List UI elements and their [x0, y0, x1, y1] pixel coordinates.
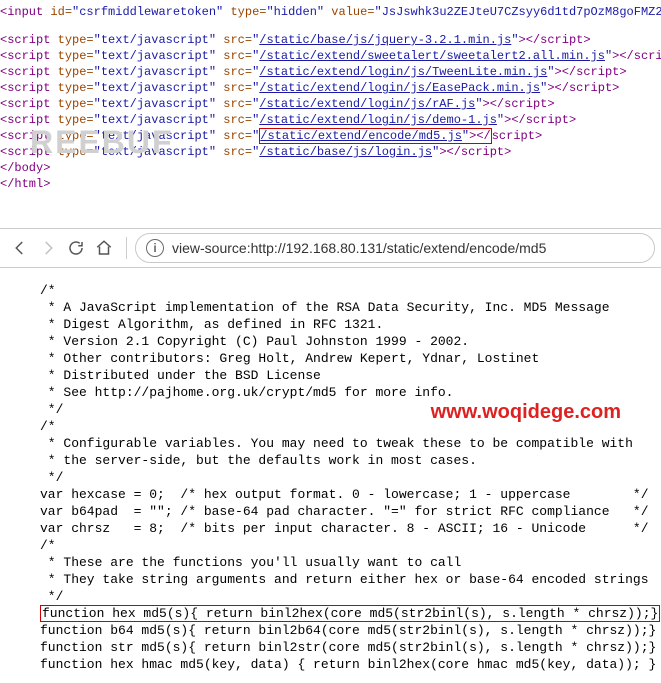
- source-line: function hex hmac md5(key, data) { retur…: [40, 656, 651, 673]
- source-line: * A JavaScript implementation of the RSA…: [40, 299, 651, 316]
- source-line: * See http://pajhome.org.uk/crypt/md5 fo…: [40, 384, 651, 401]
- source-line: * Version 2.1 Copyright (C) Paul Johnsto…: [40, 333, 651, 350]
- script-src-link[interactable]: /static/extend/login/js/rAF.js: [259, 97, 475, 111]
- source-line: * They take string arguments and return …: [40, 571, 651, 588]
- source-line: /*: [40, 537, 651, 554]
- source-view-pane: www.woqidege.com /* * A JavaScript imple…: [0, 268, 661, 683]
- input-line: <input id="csrfmiddlewaretoken" type="hi…: [0, 4, 661, 20]
- reebuf-watermark: REEBUF: [30, 134, 174, 150]
- back-button[interactable]: [6, 234, 34, 262]
- script-src-link[interactable]: /static/base/js/login.js: [259, 145, 432, 159]
- script-src-link[interactable]: /static/extend/login/js/EasePack.min.js: [259, 81, 540, 95]
- source-line: */: [40, 469, 651, 486]
- source-line: function str md5(s){ return binl2str(cor…: [40, 639, 651, 656]
- script-line: <script type="text/javascript" src="/sta…: [0, 80, 661, 96]
- script-src-link[interactable]: /static/extend/login/js/demo-1.js: [259, 113, 497, 127]
- script-src-link[interactable]: /static/extend/login/js/TweenLite.min.js: [259, 65, 547, 79]
- script-src-link[interactable]: /static/extend/sweetalert/sweetalert2.al…: [259, 49, 605, 63]
- source-line: * the server-side, but the defaults work…: [40, 452, 651, 469]
- browser-nav-bar: i view-source:http://192.168.80.131/stat…: [0, 228, 661, 268]
- home-button[interactable]: [90, 234, 118, 262]
- source-line: function b64 md5(s){ return binl2b64(cor…: [40, 622, 651, 639]
- script-line: <script type="text/javascript" src="/sta…: [0, 32, 661, 48]
- source-line: var chrsz = 8; /* bits per input charact…: [40, 520, 651, 537]
- source-line: */: [40, 588, 651, 605]
- source-line: var hexcase = 0; /* hex output format. 0…: [40, 486, 651, 503]
- source-line: var b64pad = ""; /* base-64 pad characte…: [40, 503, 651, 520]
- reload-button[interactable]: [62, 234, 90, 262]
- script-line: <script type="text/javascript" src="/sta…: [0, 48, 661, 64]
- forward-button[interactable]: [34, 234, 62, 262]
- source-line: /*: [40, 282, 651, 299]
- source-line: * Digest Algorithm, as defined in RFC 13…: [40, 316, 651, 333]
- script-line: <script type="text/javascript" src="/sta…: [0, 96, 661, 112]
- site-info-icon[interactable]: i: [146, 239, 164, 257]
- source-line: * Other contributors: Greg Holt, Andrew …: [40, 350, 651, 367]
- body-close: </body>: [0, 160, 661, 176]
- url-box[interactable]: i view-source:http://192.168.80.131/stat…: [135, 233, 655, 263]
- source-line: * These are the functions you'll usually…: [40, 554, 651, 571]
- top-source-panel: REEBUF <input id="csrfmiddlewaretoken" t…: [0, 0, 661, 196]
- source-line: * Configurable variables. You may need t…: [40, 435, 651, 452]
- script-src-link[interactable]: /static/base/js/jquery-3.2.1.min.js: [259, 33, 511, 47]
- url-text: view-source:http://192.168.80.131/static…: [172, 240, 546, 256]
- nav-separator: [126, 237, 127, 259]
- source-line: function hex md5(s){ return binl2hex(cor…: [40, 605, 651, 622]
- html-close: </html>: [0, 176, 661, 192]
- script-src-link[interactable]: /static/extend/encode/md5.js: [260, 129, 462, 143]
- woqidege-watermark: www.woqidege.com: [431, 404, 621, 421]
- source-line: * Distributed under the BSD License: [40, 367, 651, 384]
- script-line: <script type="text/javascript" src="/sta…: [0, 64, 661, 80]
